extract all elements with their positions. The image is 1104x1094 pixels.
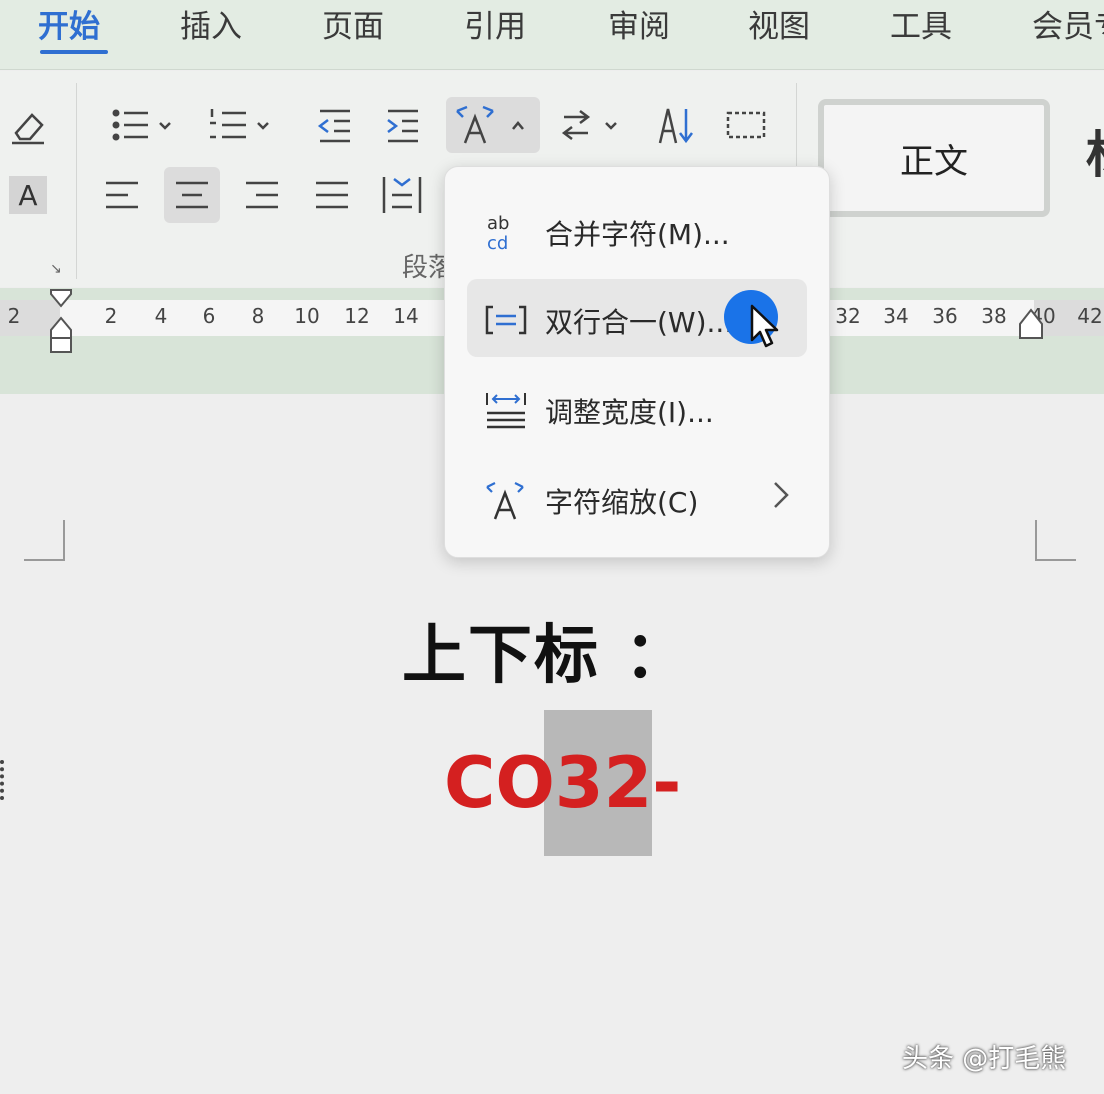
ruler-tick: 4 <box>154 304 168 328</box>
tab-member[interactable]: 会员专享 <box>1032 4 1104 52</box>
text-direction-icon[interactable] <box>556 97 626 153</box>
menu-item-character-scale[interactable]: 字符缩放(C) <box>467 459 807 537</box>
tab-review[interactable]: 审阅 <box>608 4 670 52</box>
tab-view[interactable]: 视图 <box>748 4 810 52</box>
combine-characters-icon: ab cd <box>485 211 527 254</box>
ruler-tick: 14 <box>393 304 419 328</box>
menu-item-label: 调整宽度(I)... <box>545 396 714 429</box>
ruler-tick: 6 <box>202 304 216 328</box>
align-center-icon[interactable] <box>164 167 220 223</box>
numbered-list-icon[interactable] <box>206 97 276 153</box>
tab-references[interactable]: 引用 <box>464 4 526 52</box>
align-left-icon[interactable] <box>94 167 150 223</box>
ruler-tick: 8 <box>251 304 265 328</box>
font-shading-icon[interactable]: A <box>0 167 56 223</box>
ruler-tick: 32 <box>835 304 861 328</box>
tab-insert[interactable]: 插入 <box>180 4 242 52</box>
menu-tab-bar: 开始 插入 页面 引用 审阅 视图 工具 会员专享 <box>0 0 1104 70</box>
sort-icon[interactable] <box>650 97 706 153</box>
ruler-tick: 12 <box>344 304 370 328</box>
indent-marker-icon[interactable] <box>46 288 76 360</box>
character-scale-icon <box>485 479 527 521</box>
watermark: 头条 @打毛熊 <box>902 1044 1067 1074</box>
menu-item-label: 字符缩放(C) <box>545 486 699 519</box>
document-heading: 上下标 ： <box>402 619 691 693</box>
active-tab-indicator <box>40 50 108 54</box>
bullet-list-icon[interactable] <box>108 97 178 153</box>
adjust-width-icon <box>485 389 527 431</box>
submenu-chevron-icon <box>771 479 791 518</box>
justify-icon[interactable] <box>304 167 360 223</box>
ruler-tick: 42 <box>1077 304 1103 328</box>
style-next-preview[interactable]: 标 <box>1086 115 1104 187</box>
edge-marker <box>0 760 4 800</box>
margin-corner-mark <box>24 520 65 561</box>
distributed-icon[interactable] <box>374 167 430 223</box>
font-shading-letter: A <box>9 176 47 214</box>
tab-page[interactable]: 页面 <box>322 4 384 52</box>
margin-corner-mark <box>1035 520 1076 561</box>
svg-text:ab: ab <box>487 213 509 234</box>
increase-indent-icon[interactable] <box>376 97 432 153</box>
right-indent-marker-icon[interactable] <box>1016 306 1046 342</box>
menu-item-label: 双行合一(W)... <box>545 306 734 339</box>
svg-text:cd: cd <box>487 233 508 253</box>
align-right-icon[interactable] <box>234 167 290 223</box>
tab-tools[interactable]: 工具 <box>890 4 952 52</box>
chinese-layout-dropdown: ab cd 合并字符(M)... 双行合一(W)... 调整宽度(I)... 字… <box>444 166 830 558</box>
ruler-tick: 10 <box>294 304 320 328</box>
chinese-layout-icon[interactable] <box>446 97 540 153</box>
table-borders-icon[interactable] <box>718 97 774 153</box>
menu-item-adjust-width[interactable]: 调整宽度(I)... <box>467 369 807 447</box>
two-lines-in-one-icon <box>485 299 527 341</box>
chemical-formula-text[interactable]: CO32- <box>444 742 681 824</box>
ruler-tick: 36 <box>932 304 958 328</box>
ruler-tick: 38 <box>981 304 1007 328</box>
paragraph-launcher-icon[interactable]: ↘ <box>50 261 62 277</box>
mouse-cursor-icon <box>750 304 779 348</box>
ruler-tick: 2 <box>7 304 21 328</box>
menu-item-combine-characters[interactable]: ab cd 合并字符(M)... <box>467 191 807 269</box>
ruler-tick: 34 <box>883 304 909 328</box>
ruler-tick: 2 <box>104 304 118 328</box>
tab-home[interactable]: 开始 <box>38 4 100 52</box>
menu-item-label: 合并字符(M)... <box>545 218 730 251</box>
style-normal[interactable]: 正文 <box>818 99 1050 217</box>
clear-format-icon[interactable] <box>0 97 56 153</box>
decrease-indent-icon[interactable] <box>306 97 362 153</box>
ribbon-separator <box>76 83 77 279</box>
